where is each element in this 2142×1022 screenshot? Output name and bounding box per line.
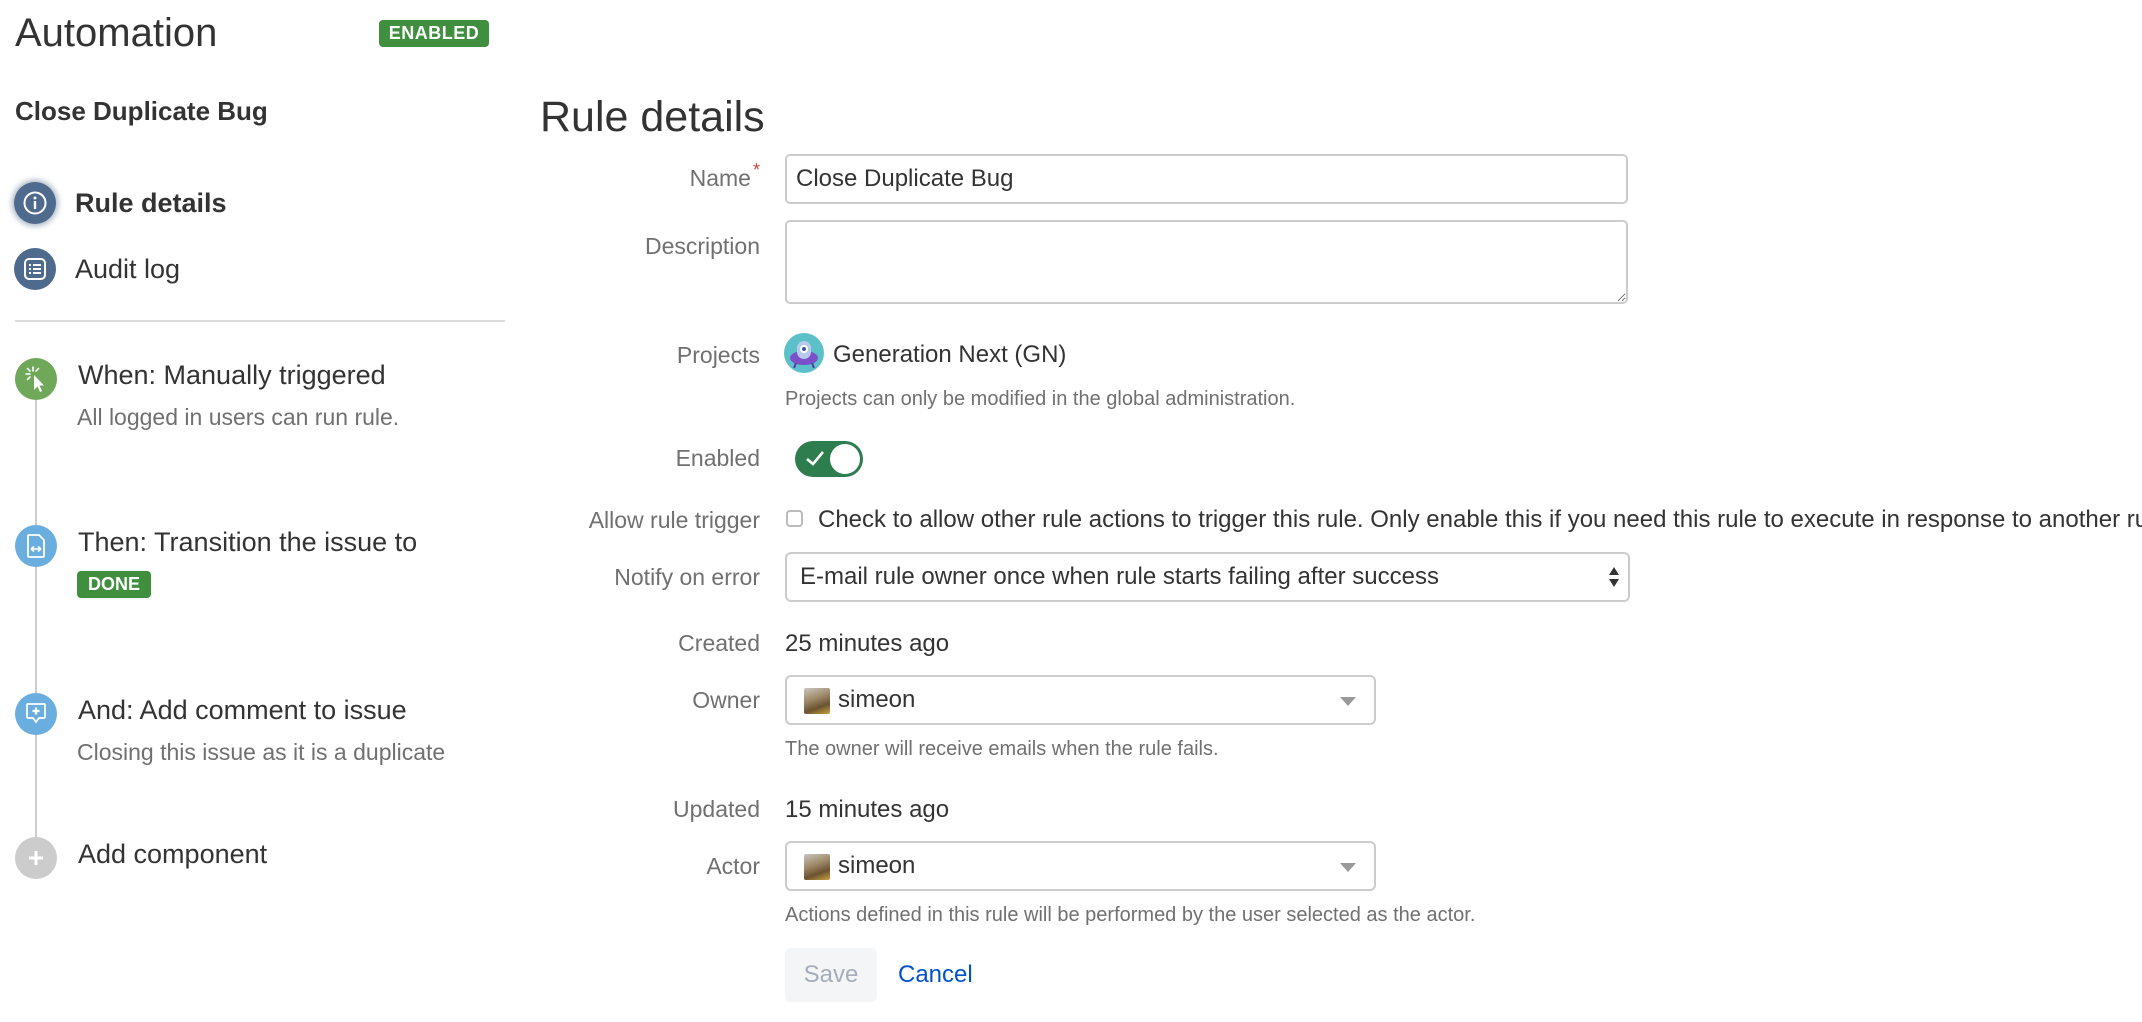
component-title: Add component [78,839,268,869]
timeline-connector [35,380,37,860]
check-icon [806,451,824,466]
component-subtitle: All logged in users can run rule. [77,404,400,430]
transition-document-icon [15,525,57,567]
allow-rule-trigger-label: Allow rule trigger [588,507,760,533]
list-icon [14,248,56,290]
component-title: When: Manually triggered [78,360,386,390]
created-value: 25 minutes ago [785,630,950,657]
page-title: Rule details [540,93,765,141]
name-label: Name * [689,160,760,191]
notify-on-error-value: E-mail rule owner once when rule starts … [800,563,1439,590]
project-name: Generation Next (GN) [833,341,1067,368]
select-arrows-icon [1609,567,1619,587]
enabled-label: Enabled [675,445,760,471]
owner-label: Owner [692,687,760,713]
updated-value: 15 minutes ago [785,796,950,823]
actor-help-text: Actions defined in this rule will be per… [785,904,1476,926]
app-title: Automation [15,11,218,55]
actor-label: Actor [706,853,760,879]
chevron-down-icon [1340,697,1356,706]
user-avatar [804,854,830,880]
allow-rule-trigger-checkbox[interactable] [786,510,803,527]
nav-item-label: Audit log [75,253,181,284]
notify-on-error-select[interactable]: E-mail rule owner once when rule starts … [785,552,1630,602]
nav-item-rule-details[interactable]: Rule details [14,181,227,225]
chevron-down-icon [1340,863,1356,872]
actor-value: simeon [838,852,916,879]
projects-help-text: Projects can only be modified in the glo… [785,388,1296,410]
owner-help-text: The owner will receive emails when the r… [785,738,1219,760]
component-subtitle: Closing this issue as it is a duplicate [77,739,446,765]
enabled-toggle[interactable] [795,441,863,477]
actor-select[interactable]: simeon [785,841,1376,891]
name-input[interactable] [785,154,1628,204]
projects-label: Projects [676,342,760,368]
user-avatar [804,688,830,714]
toggle-knob [830,444,860,474]
component-title: Then: Transition the issue to [78,527,418,557]
nav-item-audit-log[interactable]: Audit log [14,247,180,291]
owner-select[interactable]: simeon [785,675,1376,725]
component-title: And: Add comment to issue [78,695,407,725]
cursor-click-icon [15,358,57,400]
status-badge: ENABLED [379,20,489,47]
notify-on-error-label: Notify on error [614,564,760,590]
add-comment-icon [15,693,57,735]
description-textarea[interactable] [785,220,1628,304]
rule-name-heading: Close Duplicate Bug [15,96,268,126]
sidebar-divider [15,320,505,322]
updated-label: Updated [673,796,760,822]
project-avatar-icon [784,333,824,373]
required-marker: * [752,160,760,180]
cancel-link[interactable]: Cancel [898,961,973,989]
nav-item-label: Rule details [75,187,227,218]
plus-icon [15,837,57,879]
created-label: Created [678,630,760,656]
save-button[interactable]: Save [785,948,877,1002]
owner-value: simeon [838,686,916,713]
description-label: Description [644,233,760,259]
info-icon [14,182,56,224]
status-done-badge: DONE [77,571,151,598]
allow-rule-trigger-text: Check to allow other rule actions to tri… [818,506,2142,533]
